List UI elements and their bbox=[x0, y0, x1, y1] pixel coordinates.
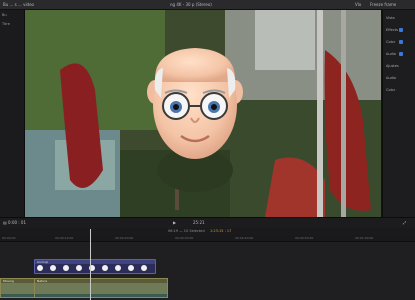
memoji-thumbnail bbox=[115, 265, 121, 271]
ruler-tick: 00:00:10:00 bbox=[55, 236, 74, 240]
inspector-panel: Vista Effects Color Audio Ajustes Audio … bbox=[382, 10, 415, 217]
memoji-thumbnail bbox=[50, 265, 56, 271]
timeline-selection-info: 06:19 — 10 Selected bbox=[168, 229, 205, 233]
clip-audio bbox=[35, 294, 167, 297]
inspector-row[interactable]: Effects bbox=[386, 28, 398, 32]
clip-audio bbox=[1, 294, 34, 297]
timecode-display: 25:21 bbox=[193, 220, 205, 225]
view-options[interactable]: ▤ 0:00 : 01 bbox=[3, 218, 26, 228]
inspector-row[interactable]: Color bbox=[386, 88, 395, 92]
project-format-label: ng 4K - 30 p (Stereo) bbox=[170, 2, 212, 7]
memoji-thumbnail bbox=[128, 265, 134, 271]
audio-checkbox[interactable] bbox=[399, 52, 403, 56]
ruler-tick: 00:00:50:00 bbox=[295, 236, 314, 240]
ruler-tick: 00:01:00:00 bbox=[355, 236, 374, 240]
inspector-row[interactable]: Audio bbox=[386, 52, 396, 56]
ruler-tick: 00:00:00 bbox=[2, 236, 16, 240]
storyline-clip[interactable]: Moving bbox=[0, 278, 35, 298]
freeze-menu[interactable]: Freeze frame bbox=[370, 0, 396, 9]
connected-clip[interactable]: Animoji bbox=[34, 259, 156, 274]
clip-title: Animoji bbox=[35, 260, 155, 264]
memoji-thumbnail bbox=[37, 265, 43, 271]
inspector-row[interactable]: Audio bbox=[386, 76, 396, 80]
color-checkbox[interactable] bbox=[399, 40, 403, 44]
inspector-row[interactable]: Vista bbox=[386, 16, 395, 20]
browser-item[interactable]: Bu bbox=[2, 13, 7, 17]
browser-strip: Bu Titre bbox=[0, 10, 25, 217]
inspector-row[interactable]: Color bbox=[386, 40, 395, 44]
top-bar: Bu ... s ... video ng 4K - 30 p (Stereo)… bbox=[0, 0, 415, 10]
timeline-duration: 1:23:15 : 17 bbox=[210, 229, 232, 233]
memoji-thumbnail bbox=[76, 265, 82, 271]
fullscreen-icon[interactable]: ⤢ bbox=[403, 218, 406, 228]
inspector-row[interactable]: Ajustes bbox=[386, 64, 399, 68]
view-menu[interactable]: Vlo bbox=[355, 0, 361, 9]
ruler-tick: 00:00:30:00 bbox=[175, 236, 194, 240]
clip-frame bbox=[156, 283, 167, 294]
memoji-thumbnail bbox=[141, 265, 147, 271]
memoji-thumbnail bbox=[102, 265, 108, 271]
timeline-ruler[interactable]: 00:00:00 00:00:10:00 00:00:20:00 00:00:3… bbox=[0, 235, 415, 242]
effects-checkbox[interactable] bbox=[399, 28, 403, 32]
viewer[interactable] bbox=[25, 10, 381, 217]
browser-item[interactable]: Titre bbox=[2, 22, 10, 26]
playhead[interactable] bbox=[90, 229, 91, 300]
top-bar-left-label: Bu ... s ... video bbox=[3, 2, 35, 7]
viewer-frame bbox=[25, 10, 381, 217]
memoji-thumbnail bbox=[63, 265, 69, 271]
storyline-clip[interactable]: Nature bbox=[34, 278, 168, 298]
ruler-tick: 00:00:40:00 bbox=[235, 236, 254, 240]
ruler-tick: 00:00:20:00 bbox=[115, 236, 134, 240]
play-icon[interactable]: ▶ bbox=[173, 218, 176, 228]
timeline-header: 06:19 — 10 Selected 1:23:15 : 17 bbox=[0, 228, 415, 235]
